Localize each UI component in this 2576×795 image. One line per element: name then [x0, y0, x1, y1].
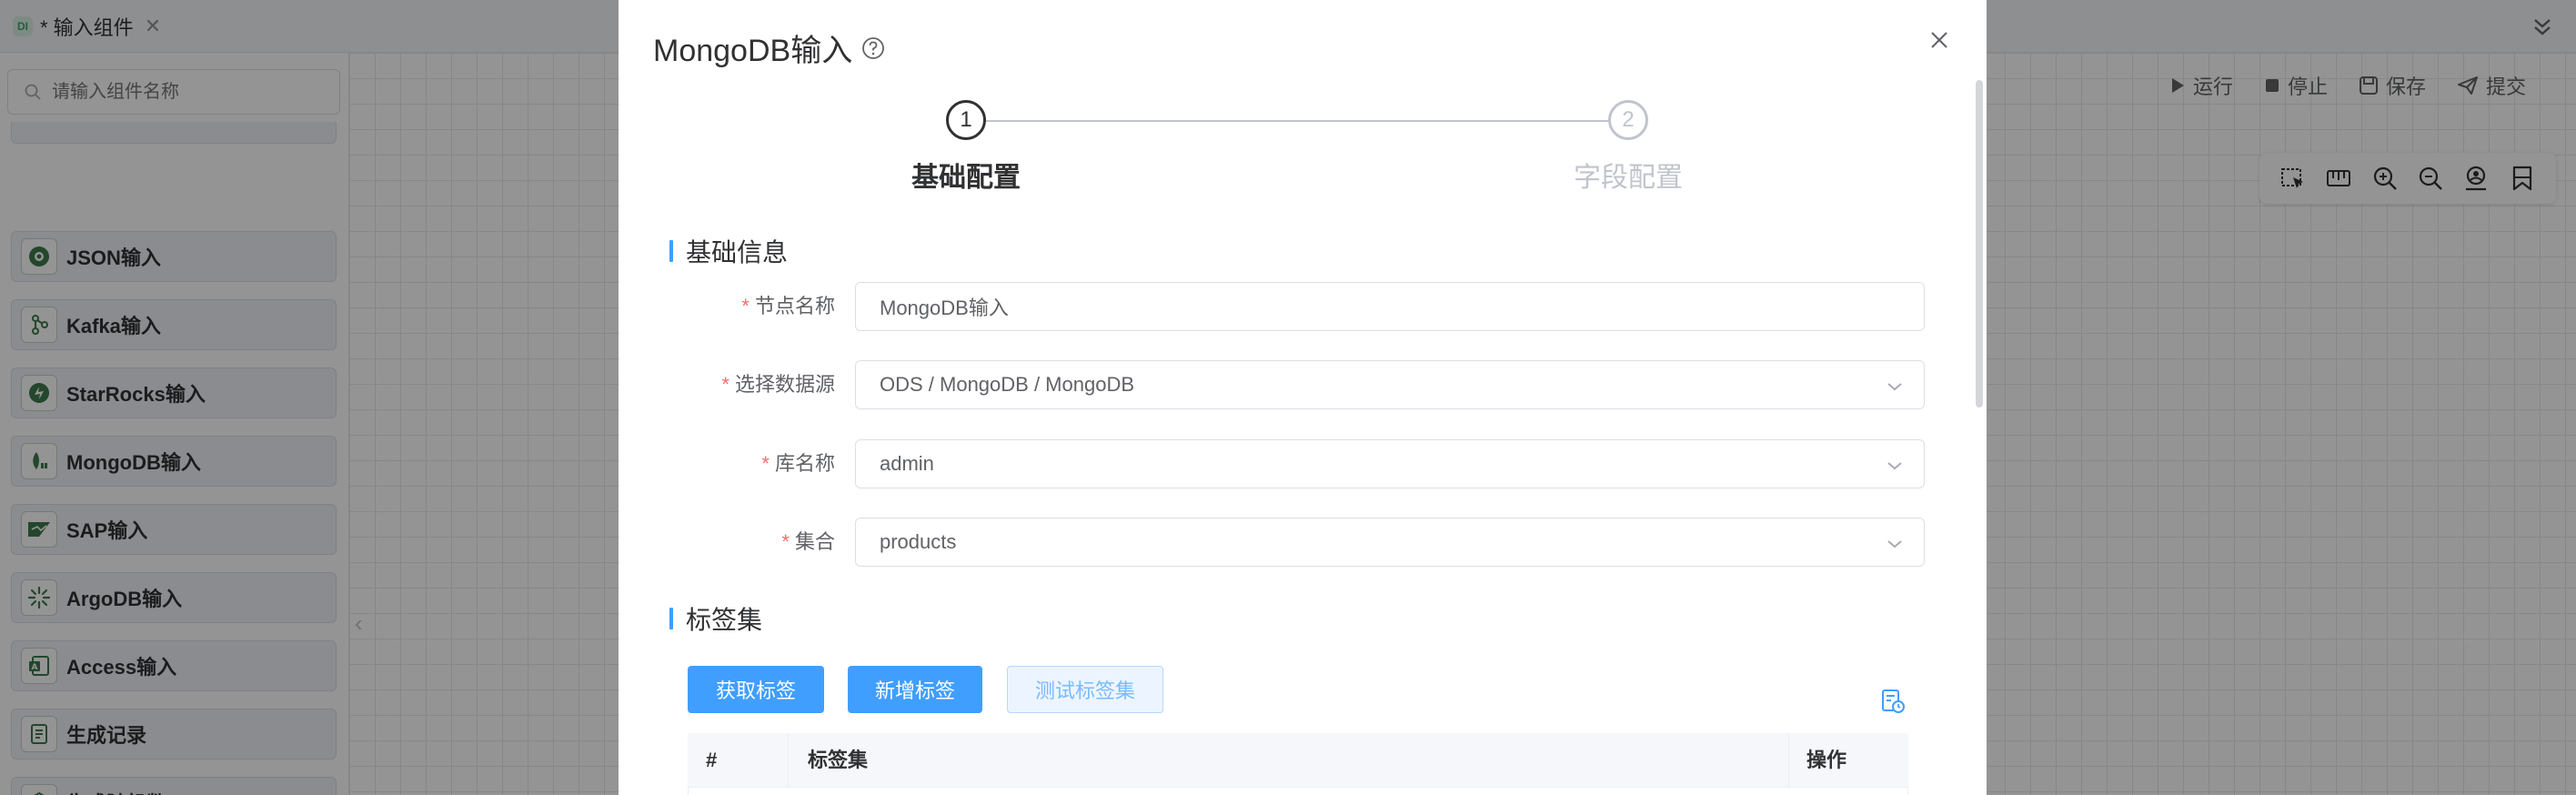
node-name-input[interactable]: MongoDB输入 [855, 282, 1925, 331]
chevron-down-icon [1887, 383, 1902, 391]
datasource-label: * 选择数据源 [721, 373, 835, 396]
close-icon[interactable] [1925, 25, 1954, 55]
step-2-indicator[interactable]: 2 [1608, 100, 1648, 140]
steps: 1 2 基础配置 字段配置 [619, 96, 1987, 196]
table-row [688, 788, 1908, 795]
step-1-label: 基础配置 [911, 163, 1021, 193]
column-divider [788, 733, 789, 788]
table-settings-icon[interactable] [1879, 688, 1907, 715]
tagset-section: 标签集 [669, 600, 762, 637]
step-1-indicator[interactable]: 1 [946, 100, 986, 140]
column-header-index: # [706, 749, 718, 771]
tagset-table-header: # 标签集 操作 [688, 733, 1908, 788]
column-header-actions: 操作 [1806, 749, 1847, 771]
dialog-title-text: MongoDB输入 [653, 34, 853, 68]
collection-label: * 集合 [781, 530, 835, 553]
datasource-select[interactable]: ODS / MongoDB / MongoDB [855, 360, 1925, 409]
column-header-tagset: 标签集 [808, 749, 869, 771]
section-marker [669, 240, 673, 262]
step-connector [986, 120, 1610, 122]
basic-info-section: 基础信息 [669, 233, 788, 269]
node-name-label: * 节点名称 [741, 295, 835, 317]
chevron-down-icon [1887, 540, 1902, 548]
fetch-tags-button[interactable]: 获取标签 [688, 666, 824, 713]
datasource-row: * 选择数据源 ODS / MongoDB / MongoDB [619, 360, 1987, 409]
column-divider [1788, 733, 1789, 788]
database-label: * 库名称 [761, 452, 835, 475]
collection-row: * 集合 products [619, 518, 1987, 567]
mongodb-input-dialog: MongoDB输入 1 2 基础配置 字段配置 基础信息 * 节点名称 Mongo… [619, 0, 1987, 795]
test-tagset-button[interactable]: 测试标签集 [1007, 666, 1163, 713]
database-row: * 库名称 admin [619, 439, 1987, 488]
add-tag-button[interactable]: 新增标签 [848, 666, 982, 713]
section-title: 标签集 [686, 606, 763, 634]
step-2-label: 字段配置 [1574, 163, 1683, 193]
section-marker [669, 608, 673, 629]
node-name-row: * 节点名称 MongoDB输入 [619, 282, 1987, 331]
section-title: 基础信息 [686, 238, 789, 267]
database-select[interactable]: admin [855, 439, 1925, 488]
help-icon[interactable] [861, 36, 885, 60]
collection-select[interactable]: products [855, 518, 1925, 567]
dialog-title: MongoDB输入 [653, 25, 885, 70]
chevron-down-icon [1887, 462, 1902, 470]
